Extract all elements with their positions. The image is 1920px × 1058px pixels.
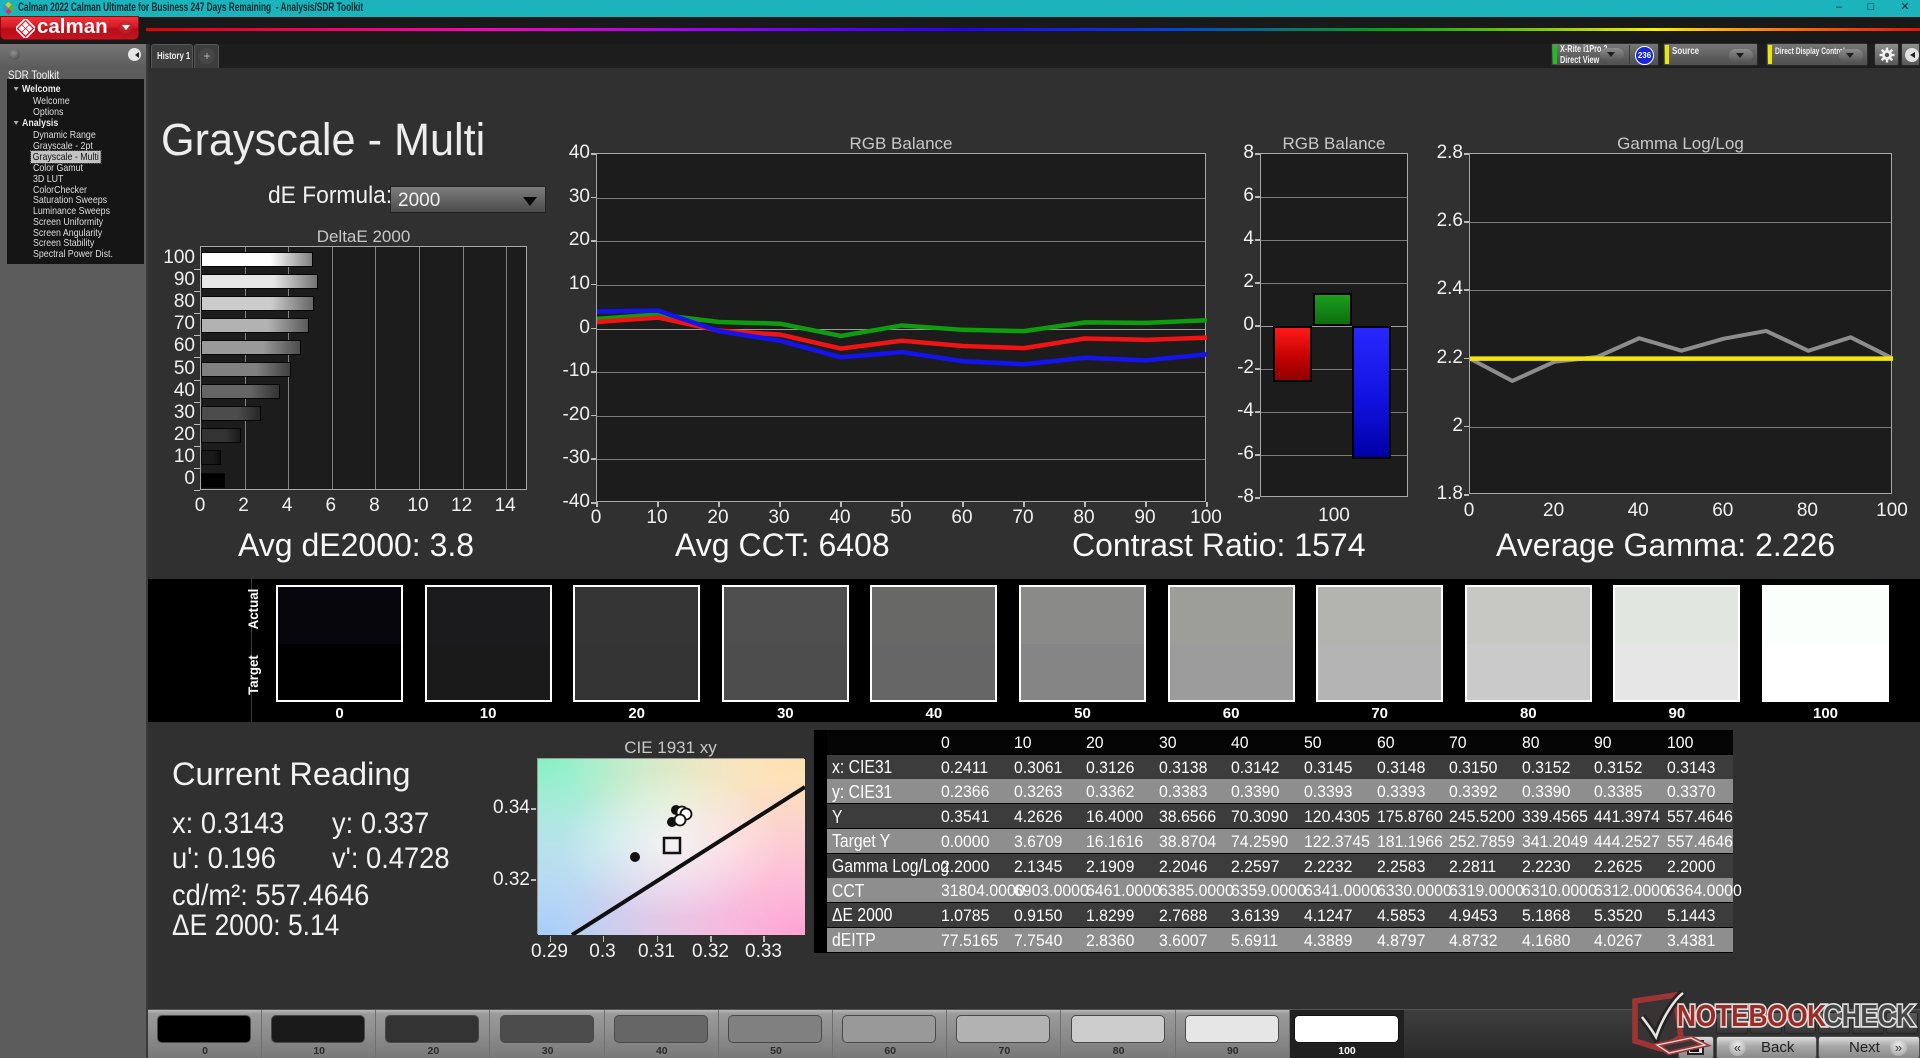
svg-text:NOTEBOOK: NOTEBOOK bbox=[1677, 999, 1826, 1033]
svg-text:CHECK: CHECK bbox=[1823, 999, 1915, 1033]
